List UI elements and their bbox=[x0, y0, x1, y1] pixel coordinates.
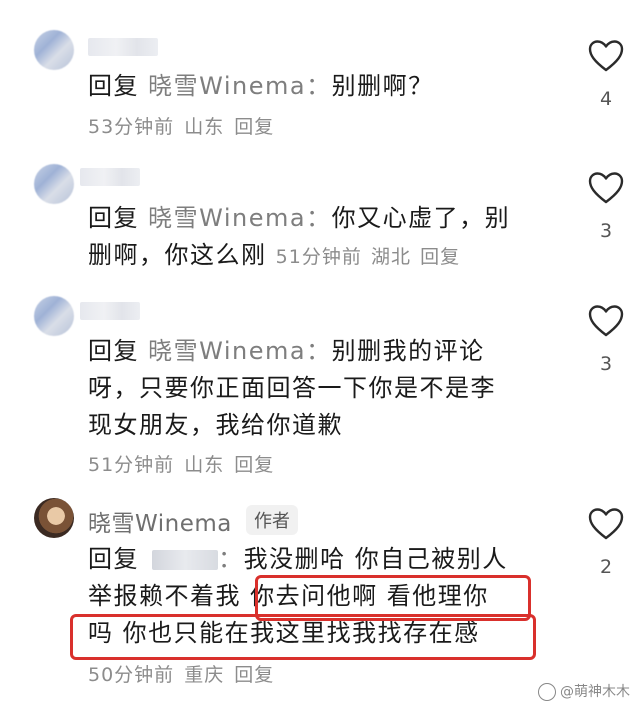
timestamp: 51分钟前 bbox=[275, 246, 362, 268]
avatar[interactable] bbox=[34, 30, 74, 70]
location: 山东 bbox=[184, 116, 225, 138]
heart-outline-icon bbox=[588, 305, 624, 337]
mention-link[interactable]: 晓雪Winema bbox=[148, 72, 306, 100]
author-avatar[interactable] bbox=[34, 498, 74, 538]
comment-body-line: 我没删哈 你自己被别人 bbox=[243, 545, 508, 573]
mention-redacted bbox=[152, 550, 219, 570]
timestamp: 51分钟前 bbox=[88, 454, 175, 476]
comment-body: 别删啊？ bbox=[331, 72, 434, 100]
like-count: 3 bbox=[599, 220, 613, 242]
reply-button[interactable]: 回复 bbox=[234, 116, 274, 138]
location: 重庆 bbox=[184, 664, 225, 686]
like-count: 4 bbox=[599, 88, 613, 110]
highlighted-text: 吗 你也只能在我这里找我找存在感 bbox=[88, 619, 480, 647]
timestamp: 53分钟前 bbox=[88, 116, 175, 138]
comment-meta: 51分钟前 山东 回复 bbox=[88, 450, 284, 477]
like-button[interactable]: 4 bbox=[586, 40, 626, 110]
like-count: 2 bbox=[599, 556, 613, 578]
like-button[interactable]: 3 bbox=[586, 172, 626, 242]
heart-outline-icon bbox=[588, 172, 624, 204]
mention-link[interactable]: 晓雪Winema bbox=[148, 337, 306, 365]
comment-text: 回复 ：我没删哈 你自己被别人 举报赖不着我 你去问他啊 看他理你 吗 你也只能… bbox=[88, 541, 528, 652]
author-badge: 作者 bbox=[246, 505, 298, 535]
heart-outline-icon bbox=[588, 508, 624, 540]
username-redacted bbox=[80, 302, 140, 320]
location: 湖北 bbox=[370, 246, 411, 268]
mention-link[interactable]: 晓雪Winema bbox=[148, 204, 306, 232]
comment-meta: 53分钟前 山东 回复 bbox=[88, 112, 284, 139]
reply-button[interactable]: 回复 bbox=[420, 246, 460, 268]
reply-keyword: 回复 bbox=[88, 337, 139, 365]
avatar[interactable] bbox=[34, 164, 74, 204]
like-button[interactable]: 3 bbox=[586, 305, 626, 375]
watermark-logo-icon bbox=[538, 683, 556, 701]
comment-body-line: 呀，只要你正面回答一下你是不是李 bbox=[88, 374, 496, 402]
comment-meta: 50分钟前 重庆 回复 bbox=[88, 660, 284, 687]
reply-keyword: 回复 bbox=[88, 545, 139, 573]
reply-keyword: 回复 bbox=[88, 72, 139, 100]
reply-button[interactable]: 回复 bbox=[234, 664, 274, 686]
like-count: 3 bbox=[599, 353, 613, 375]
avatar[interactable] bbox=[34, 296, 74, 336]
location: 山东 bbox=[184, 454, 225, 476]
author-name[interactable]: 晓雪Winema bbox=[88, 504, 232, 538]
highlighted-text: 你去问他啊 看他理你 bbox=[250, 582, 489, 610]
heart-outline-icon bbox=[588, 40, 624, 72]
comment-body-line: 现女朋友，我给你道歉 bbox=[88, 411, 343, 439]
comment-body-line: 别删我的评论 bbox=[331, 337, 485, 365]
reply-button[interactable]: 回复 bbox=[234, 454, 274, 476]
timestamp: 50分钟前 bbox=[88, 664, 175, 686]
comment-text: 回复 晓雪Winema：别删啊？ bbox=[88, 72, 434, 100]
comment-body-line: 你又心虚了，别 bbox=[331, 204, 511, 232]
reply-keyword: 回复 bbox=[88, 204, 139, 232]
username-redacted bbox=[88, 38, 158, 56]
comment-text: 回复 晓雪Winema：你又心虚了，别 删啊，你这么刚 51分钟前 湖北 回复 bbox=[88, 204, 511, 269]
comment-body-line: 举报赖不着我 bbox=[88, 582, 241, 610]
watermark: @萌神木木 bbox=[538, 681, 630, 701]
comment-body-line: 删啊，你这么刚 bbox=[88, 241, 267, 269]
like-button[interactable]: 2 bbox=[586, 508, 626, 578]
comment-text: 回复 晓雪Winema：别删我的评论 呀，只要你正面回答一下你是不是李 现女朋友… bbox=[88, 333, 528, 444]
username-redacted bbox=[80, 168, 140, 186]
